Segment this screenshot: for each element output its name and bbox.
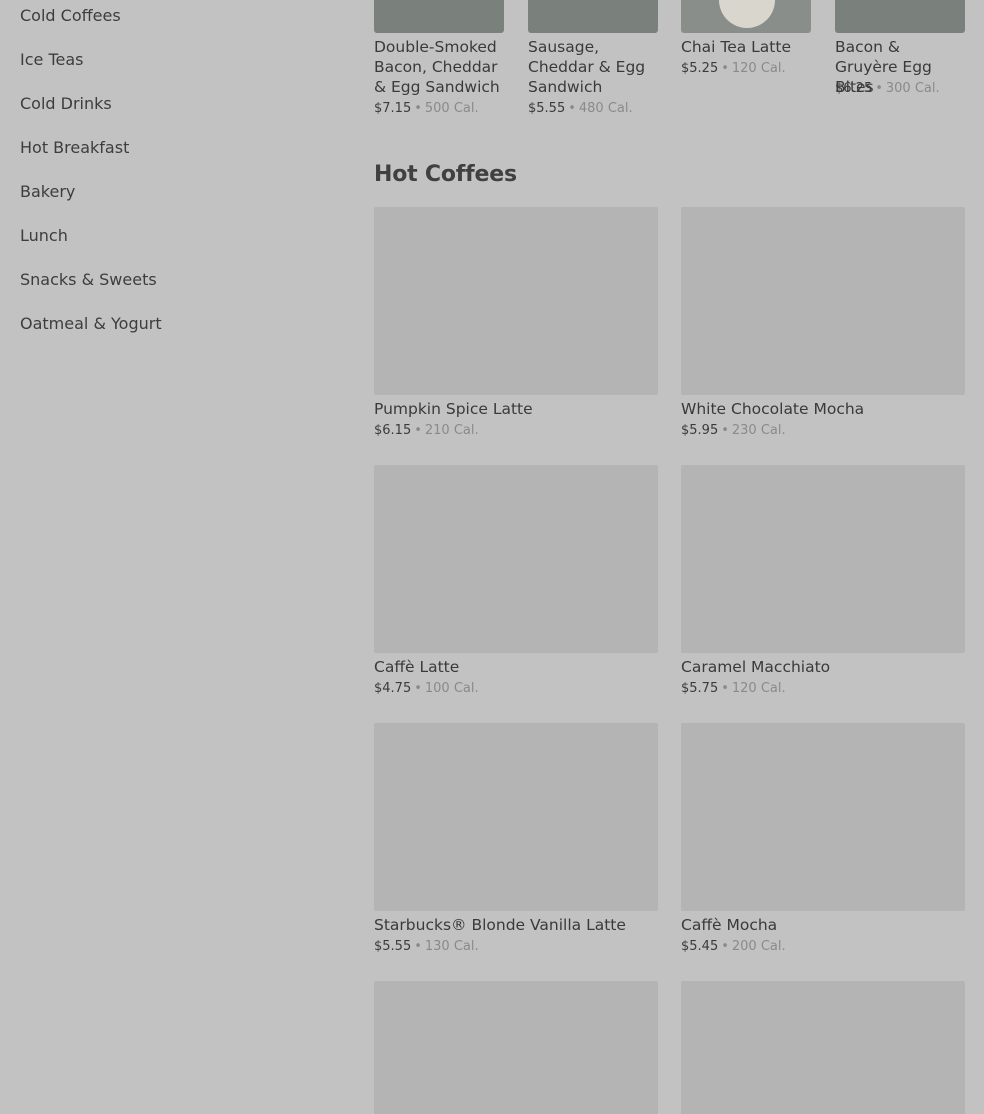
product-image <box>681 0 811 33</box>
product-image <box>528 0 658 33</box>
product-image <box>374 207 658 395</box>
product-price-line: $5.55 • 480 Cal. <box>528 101 633 117</box>
product-name: Caffè Mocha <box>681 916 778 934</box>
product-price: $7.15 <box>374 101 412 116</box>
product-name: Chai Tea Latte <box>681 38 791 56</box>
product-price-line: $4.75 • 100 Cal. <box>374 681 479 697</box>
sidebar-item-oatmeal-yogurt[interactable]: Oatmeal & Yogurt <box>20 314 162 334</box>
product-image <box>681 981 965 1114</box>
product-calories: 210 Cal. <box>424 423 479 438</box>
sidebar-item-cold-drinks[interactable]: Cold Drinks <box>20 94 112 114</box>
sidebar-item-snacks-sweets[interactable]: Snacks & Sweets <box>20 270 157 290</box>
product-name: Pumpkin Spice Latte <box>374 400 533 418</box>
separator-dot: • <box>721 423 729 438</box>
separator-dot: • <box>721 681 729 696</box>
separator-dot: • <box>414 101 422 116</box>
product-calories: 480 Cal. <box>578 101 633 116</box>
product-price-line: $5.45 • 200 Cal. <box>681 939 786 955</box>
product-name: Starbucks® Blonde Vanilla Latte <box>374 916 626 934</box>
product-price: $5.95 <box>681 423 719 438</box>
product-name: White Chocolate Mocha <box>681 400 865 418</box>
product-calories: 100 Cal. <box>424 681 479 696</box>
separator-dot: • <box>568 101 576 116</box>
product-image <box>374 723 658 911</box>
separator-dot: • <box>721 939 729 954</box>
product-calories: 500 Cal. <box>424 101 479 116</box>
sidebar-item-bakery[interactable]: Bakery <box>20 182 75 202</box>
cup-image <box>719 0 775 28</box>
product-image <box>374 981 658 1114</box>
product-price: $5.55 <box>374 939 412 954</box>
product-price-line: $5.25 • 120 Cal. <box>681 61 786 77</box>
separator-dot: • <box>414 939 422 954</box>
product-calories: 300 Cal. <box>885 81 940 96</box>
product-image <box>374 465 658 653</box>
product-calories: 200 Cal. <box>731 939 786 954</box>
product-image <box>681 723 965 911</box>
sidebar-item-cold-coffees[interactable]: Cold Coffees <box>20 6 121 26</box>
product-name: Double-Smoked Bacon, Cheddar & Egg Sandw… <box>374 38 500 96</box>
product-image <box>681 207 965 395</box>
product-price-line: $5.95 • 230 Cal. <box>681 423 786 439</box>
product-price: $5.45 <box>681 939 719 954</box>
section-title-hot-coffees: Hot Coffees <box>374 162 517 187</box>
product-price-line: $6.25 • 300 Cal. <box>835 81 940 97</box>
product-price-line: $6.15 • 210 Cal. <box>374 423 479 439</box>
menu-page: Cold Coffees Ice Teas Cold Drinks Hot Br… <box>0 0 984 1114</box>
separator-dot: • <box>414 681 422 696</box>
product-calories: 230 Cal. <box>731 423 786 438</box>
product-calories: 120 Cal. <box>731 681 786 696</box>
product-name: Sausage, Cheddar & Egg Sandwich <box>528 38 646 96</box>
product-price: $5.25 <box>681 61 719 76</box>
product-calories: 130 Cal. <box>424 939 479 954</box>
product-price: $5.55 <box>528 101 566 116</box>
product-name: Caffè Latte <box>374 658 460 676</box>
product-price-line: $5.55 • 130 Cal. <box>374 939 479 955</box>
product-image <box>374 0 504 33</box>
product-price: $6.15 <box>374 423 412 438</box>
sidebar-item-ice-teas[interactable]: Ice Teas <box>20 50 83 70</box>
separator-dot: • <box>721 61 729 76</box>
product-calories: 120 Cal. <box>731 61 786 76</box>
separator-dot: • <box>875 81 883 96</box>
product-price-line: $5.75 • 120 Cal. <box>681 681 786 697</box>
product-name: Caramel Macchiato <box>681 658 831 676</box>
product-image <box>835 0 965 33</box>
sidebar-item-lunch[interactable]: Lunch <box>20 226 68 246</box>
product-price: $6.25 <box>835 81 873 96</box>
sidebar-item-hot-breakfast[interactable]: Hot Breakfast <box>20 138 129 158</box>
product-price: $4.75 <box>374 681 412 696</box>
product-price-line: $7.15 • 500 Cal. <box>374 101 479 117</box>
product-image <box>681 465 965 653</box>
product-price: $5.75 <box>681 681 719 696</box>
separator-dot: • <box>414 423 422 438</box>
